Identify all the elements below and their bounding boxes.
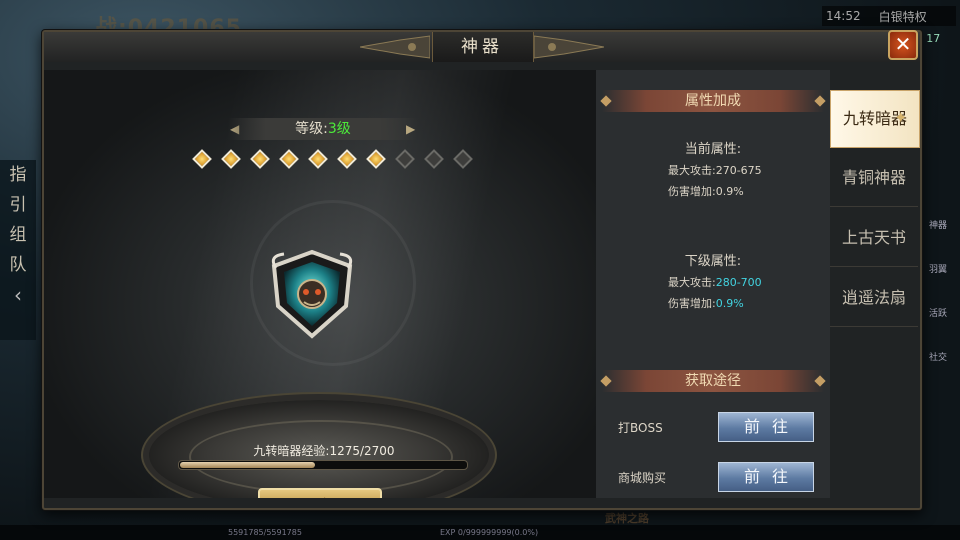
level-gem-filled-icon xyxy=(192,149,212,169)
level-gem-empty-icon xyxy=(395,149,415,169)
attr-value: 280-700 xyxy=(715,276,762,289)
level-gem-filled-icon xyxy=(366,149,386,169)
current-attr-row: 伤害增加:0.9% xyxy=(668,183,744,199)
right-icon-social[interactable]: 社交 xyxy=(918,322,958,366)
collapse-chevron-icon[interactable]: ‹ xyxy=(0,280,36,310)
hp-readout: 5591785/5591785 xyxy=(228,528,302,537)
level-gem-filled-icon xyxy=(250,149,270,169)
artifact-display-stage: ◀ 等级:3级 ▶ 九转暗器经验:1275/2700 xyxy=(44,70,596,498)
artifact-window: 神器 ✕ ◀ 等级:3级 ▶ xyxy=(42,30,922,510)
attr-value: 0.9% xyxy=(715,185,744,198)
source-label-boss: 打BOSS xyxy=(618,421,663,435)
source-header: 获取途径 xyxy=(602,370,824,392)
level-value: 3级 xyxy=(327,121,351,137)
go-button-boss[interactable]: 前往 xyxy=(718,412,814,442)
source-label-shop: 商城购买 xyxy=(618,471,667,485)
left-strip-char[interactable]: 指 xyxy=(0,160,36,190)
level-gem-filled-icon xyxy=(221,149,241,169)
attr-name: 最大攻击: xyxy=(668,276,716,289)
level-right-arrow-icon: ▶ xyxy=(406,122,416,136)
exp-readout: EXP 0/999999999(0.0%) xyxy=(440,528,539,537)
upgrade-button[interactable]: 升级 xyxy=(258,488,382,498)
level-gem-filled-icon xyxy=(279,149,299,169)
left-strip-char[interactable]: 队 xyxy=(0,250,36,280)
tab-carefree-fan[interactable]: 逍遥法扇 xyxy=(830,270,918,327)
level-display: 等级:3级 xyxy=(228,118,418,140)
close-button[interactable]: ✕ xyxy=(888,30,918,60)
level-label: 等级: xyxy=(295,121,328,137)
title-ornament-right-icon xyxy=(534,35,604,59)
window-titlebar: 神器 ✕ xyxy=(44,30,920,62)
level-gems xyxy=(192,149,473,169)
exp-label: 九转暗器经验:1275/2700 xyxy=(253,444,395,458)
attribute-header: 属性加成 xyxy=(602,90,824,112)
current-attr-row: 最大攻击:270-675 xyxy=(668,162,762,178)
attribute-panel: 属性加成 当前属性: 最大攻击:270-675 伤害增加:0.9% 下级属性: … xyxy=(596,70,830,498)
bottom-status-bar: 5591785/5591785 EXP 0/999999999(0.0%) xyxy=(0,525,960,540)
attr-value: 270-675 xyxy=(715,164,762,177)
tab-bronze-artifact[interactable]: 青铜神器 xyxy=(830,150,918,207)
attr-name: 伤害增加: xyxy=(668,297,716,310)
right-side-icons: 神器 羽翼 活跃 社交 xyxy=(918,190,958,366)
server-name: 白银特权 xyxy=(878,9,927,24)
window-title: 神器 xyxy=(461,37,503,57)
nine-turn-hidden-weapon-icon xyxy=(271,249,353,339)
close-icon: ✕ xyxy=(894,32,912,56)
clock: 14:52 xyxy=(826,9,861,23)
right-icon-wings[interactable]: 羽翼 xyxy=(918,234,958,278)
next-attr-title: 下级属性: xyxy=(684,254,742,269)
attr-value: 0.9% xyxy=(715,297,744,310)
level-gem-filled-icon xyxy=(308,149,328,169)
left-strip-char[interactable]: 组 xyxy=(0,220,36,250)
current-attr-title: 当前属性: xyxy=(684,142,742,157)
right-icon-activity[interactable]: 活跃 xyxy=(918,278,958,322)
title-ornament-left-icon xyxy=(360,35,430,59)
next-attr-row: 最大攻击:280-700 xyxy=(668,274,762,290)
level-gem-filled-icon xyxy=(337,149,357,169)
exp-progress-fill xyxy=(180,462,316,468)
exp-progress-bar xyxy=(178,460,468,470)
level-gem-empty-icon xyxy=(424,149,444,169)
attr-name: 最大攻击: xyxy=(668,164,716,177)
left-side-menu: 指 引 组 队 ‹ xyxy=(0,160,36,340)
status-bar: 14:52 白银特权 xyxy=(822,6,956,26)
right-icon-artifact[interactable]: 神器 xyxy=(918,190,958,234)
tab-ancient-book[interactable]: 上古天书 xyxy=(830,210,918,267)
attr-name: 伤害增加: xyxy=(668,185,716,198)
active-tab-star-icon: ✦ xyxy=(894,108,908,127)
go-button-shop[interactable]: 前往 xyxy=(718,462,814,492)
left-strip-char[interactable]: 引 xyxy=(0,190,36,220)
next-attr-row: 伤害增加:0.9% xyxy=(668,295,744,311)
background-deco-text: 武神之路 xyxy=(605,512,649,525)
level-gem-empty-icon xyxy=(453,149,473,169)
